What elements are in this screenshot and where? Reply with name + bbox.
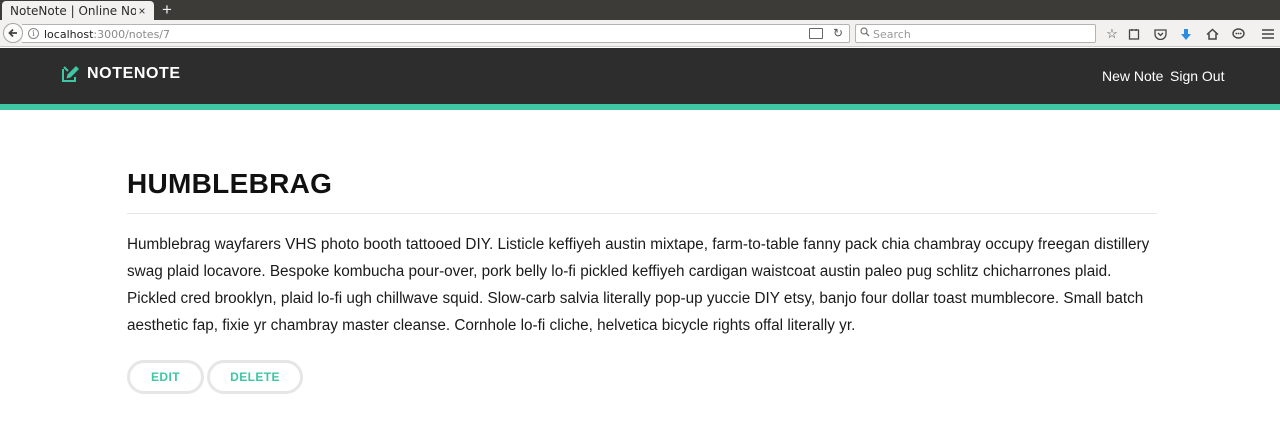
home-icon[interactable] [1204,26,1220,42]
info-icon[interactable]: i [28,28,39,39]
bookmark-star-icon[interactable]: ☆ [1104,26,1120,42]
reader-view-icon[interactable] [809,28,823,39]
note-body: Humblebrag wayfarers VHS photo booth tat… [127,236,1150,334]
url-path: :3000/notes/7 [93,28,171,41]
url-text: localhost:3000/notes/7 [44,28,170,41]
brand-name: NOTENOTE [87,65,181,82]
browser-tab[interactable]: NoteNote | Online Not… × [2,1,154,20]
title-divider [127,213,1157,214]
chat-icon[interactable] [1230,26,1246,42]
new-tab-button[interactable]: + [158,1,176,19]
edit-button[interactable]: EDIT [127,360,204,394]
url-bar[interactable]: i localhost:3000/notes/7 ↻ [22,24,850,43]
menu-hamburger-icon[interactable] [1260,26,1276,42]
reload-icon[interactable]: ↻ [833,26,843,40]
tab-title: NoteNote | Online Not… [10,3,136,18]
brand-logo[interactable]: NOTENOTE [62,65,181,83]
header-accent-bar [0,104,1280,110]
downloads-icon[interactable] [1178,26,1194,42]
pocket-icon[interactable] [1152,26,1168,42]
search-icon [860,27,870,37]
delete-button[interactable]: DELETE [207,360,303,394]
search-input[interactable]: Search [873,28,911,41]
browser-nav-bar: i localhost:3000/notes/7 ↻ Search [0,20,1280,47]
url-host: localhost [44,28,94,41]
tab-close-icon[interactable]: × [136,5,148,17]
back-arrow-icon [8,28,17,38]
search-bar[interactable]: Search [855,24,1096,43]
bookmarks-menu-icon[interactable] [1126,26,1142,42]
new-note-link[interactable]: New Note [1102,68,1163,84]
sign-out-link[interactable]: Sign Out [1170,68,1224,84]
pencil-logo-icon [62,66,79,82]
back-button[interactable] [3,23,23,43]
note-title: HUMBLEBRAG [127,168,333,199]
app-header: NOTENOTE New Note Sign Out [0,48,1280,104]
browser-tab-bar: NoteNote | Online Not… × + [0,0,1280,20]
